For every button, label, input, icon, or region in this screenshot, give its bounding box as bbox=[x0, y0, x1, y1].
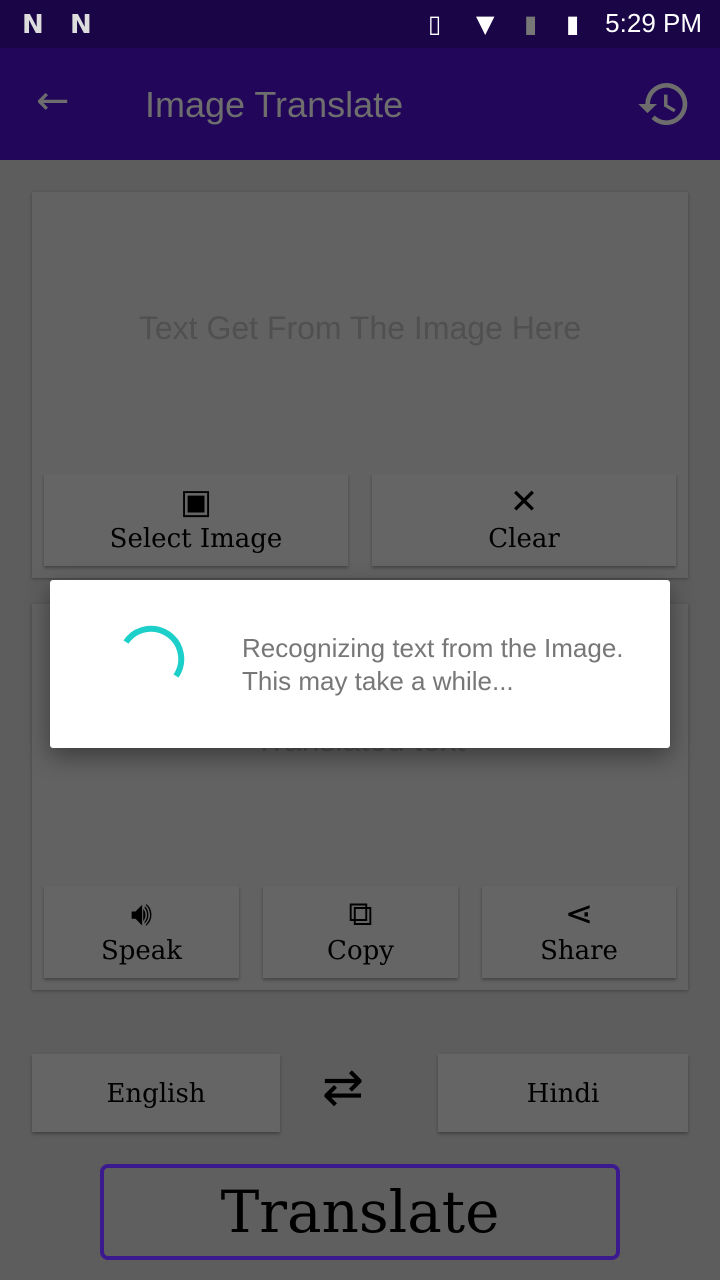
loading-spinner-icon bbox=[123, 625, 185, 678]
clear-label: Clear bbox=[488, 524, 560, 554]
battery-charging-icon: ▮ bbox=[566, 10, 580, 38]
copy-icon: ⧉ bbox=[348, 894, 373, 934]
status-bar: N N ▯ ▼ ▮ ▮ 5:29 PM bbox=[0, 0, 720, 48]
history-icon[interactable] bbox=[636, 76, 692, 132]
source-text-card: Text Get From The Image Here ▣ Select Im… bbox=[32, 192, 688, 578]
share-button[interactable]: ⋖ Share bbox=[482, 886, 676, 978]
speak-label: Speak bbox=[100, 936, 183, 966]
copy-button[interactable]: ⧉ Copy bbox=[263, 886, 458, 978]
translate-button[interactable]: Translate bbox=[100, 1164, 620, 1260]
source-language-button[interactable]: English bbox=[32, 1054, 280, 1132]
share-icon: ⋖ bbox=[564, 894, 594, 934]
swap-arrows-icon[interactable]: ⇄ bbox=[322, 1058, 364, 1116]
vibrate-icon: ▯ bbox=[428, 10, 442, 38]
share-label: Share bbox=[540, 936, 618, 966]
source-text-placeholder[interactable]: Text Get From The Image Here bbox=[32, 310, 688, 347]
speak-button[interactable]: 🔊︎ Speak bbox=[44, 886, 239, 978]
no-sim-icon: ▮ bbox=[524, 10, 538, 38]
select-image-button[interactable]: ▣ Select Image bbox=[44, 474, 348, 566]
n-notification-icon: N bbox=[70, 10, 92, 40]
app-bar: ← Image Translate bbox=[0, 48, 720, 160]
page-title: Image Translate bbox=[145, 84, 404, 125]
n-notification-icon: N bbox=[22, 10, 44, 40]
wifi-icon: ▼ bbox=[476, 10, 495, 38]
progress-dialog: Recognizing text from the Image. This ma… bbox=[50, 580, 670, 748]
select-image-label: Select Image bbox=[109, 524, 283, 554]
image-icon: ▣ bbox=[179, 482, 213, 522]
clear-button[interactable]: ✕ Clear bbox=[372, 474, 676, 566]
speaker-icon: 🔊︎ bbox=[130, 894, 153, 934]
close-icon: ✕ bbox=[509, 482, 539, 522]
progress-message: Recognizing text from the Image. This ma… bbox=[242, 633, 624, 696]
copy-label: Copy bbox=[327, 936, 394, 966]
arrow-back-icon[interactable]: ← bbox=[36, 78, 70, 124]
target-language-button[interactable]: Hindi bbox=[438, 1054, 688, 1132]
status-time: 5:29 PM bbox=[605, 8, 702, 38]
